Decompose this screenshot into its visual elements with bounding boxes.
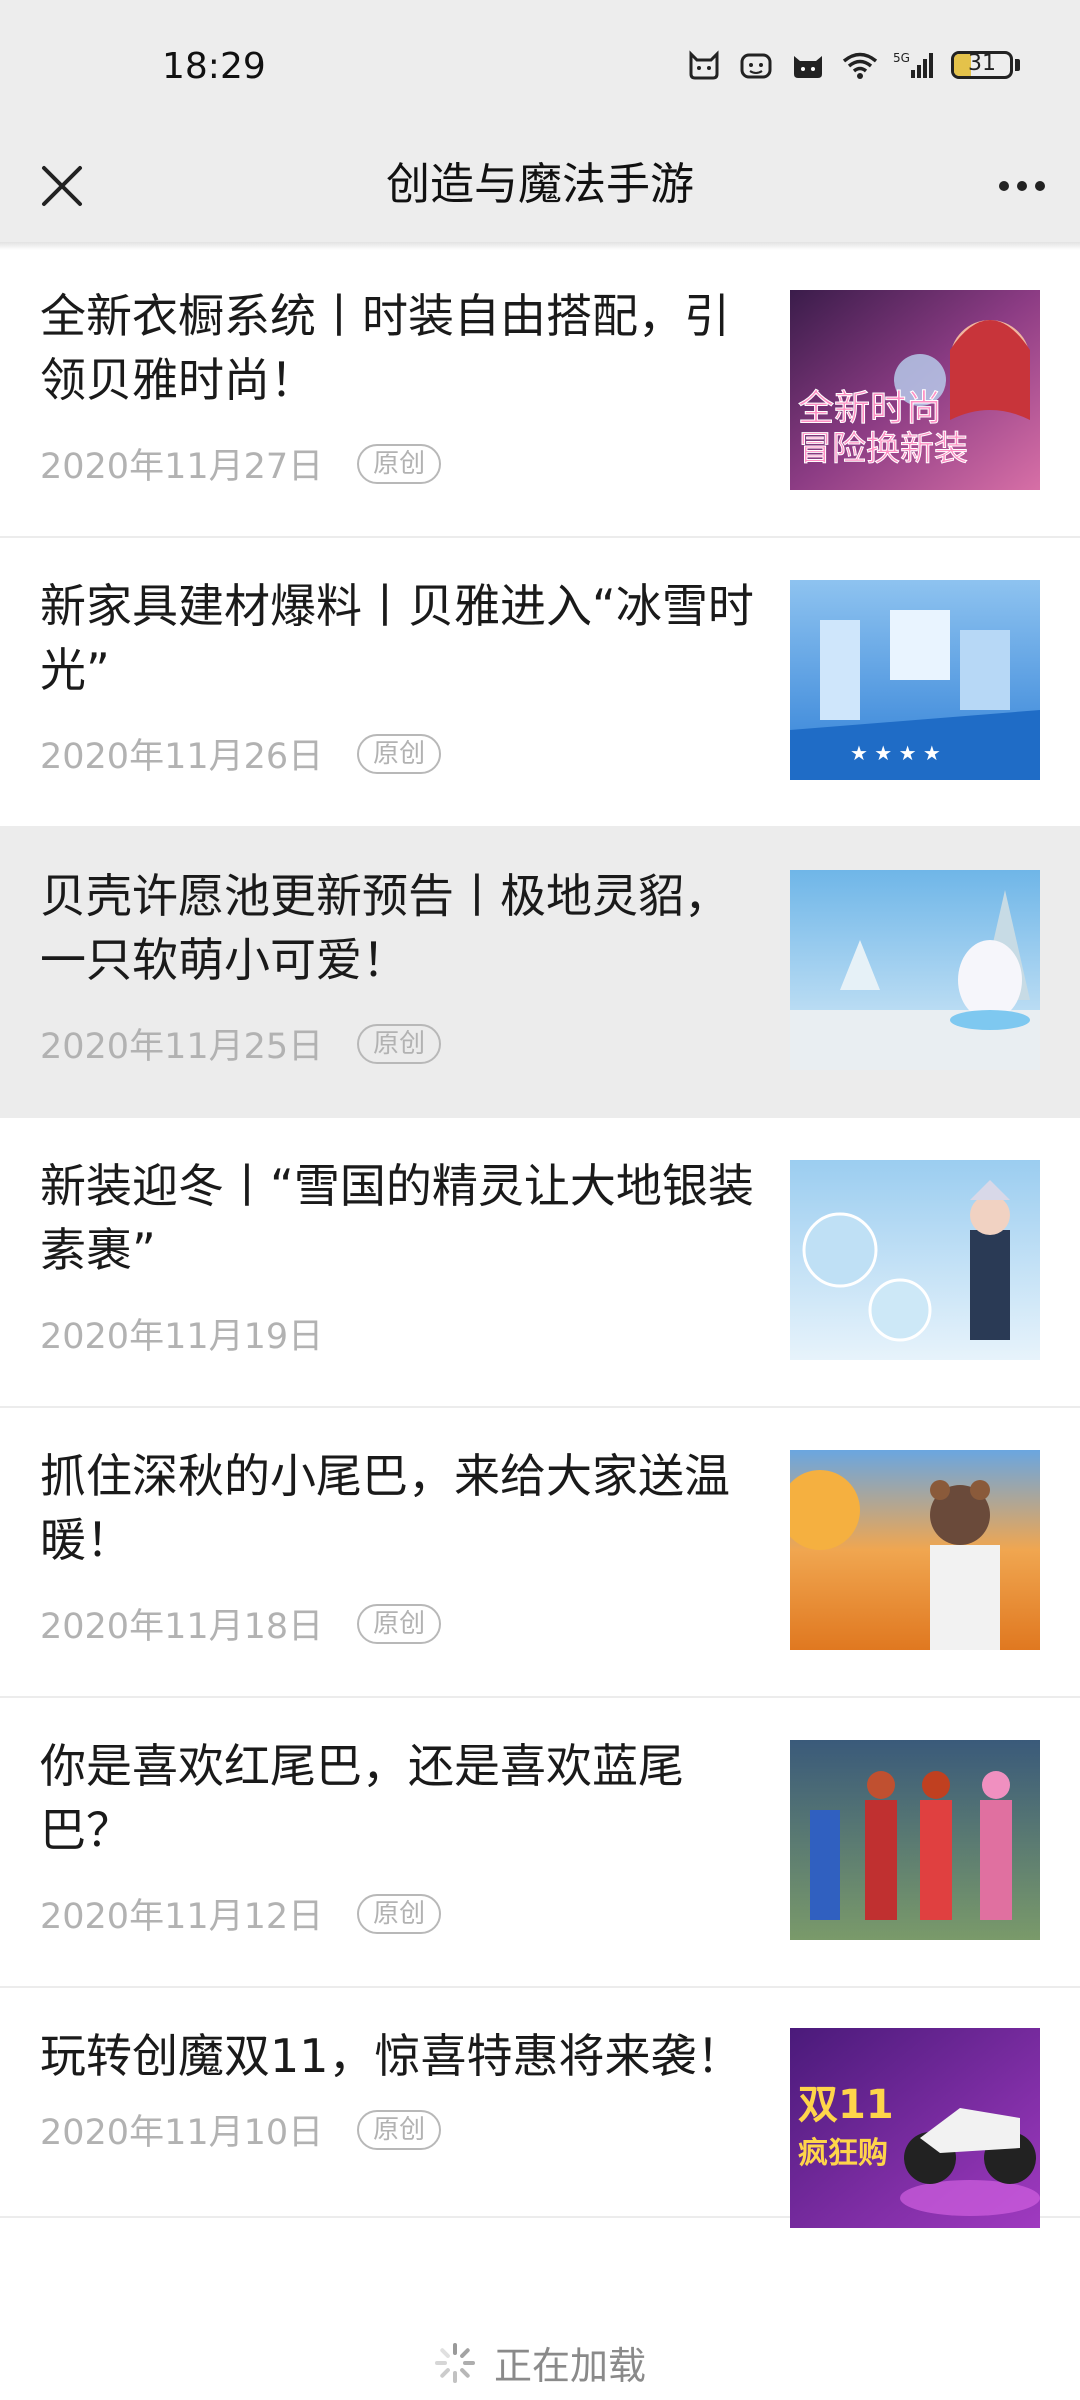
original-badge: 原创 [357, 443, 442, 484]
article-title: 你是喜欢红尾巴，还是喜欢蓝尾巴？ [40, 1739, 684, 1857]
article-title: 全新衣橱系统丨时装自由搭配，引领贝雅时尚！ [40, 289, 730, 407]
original-badge: 原创 [357, 1603, 442, 1644]
article-item[interactable]: 玩转创魔双11，惊喜特惠将来袭！ 2020年11月10日 原创 双11 疯狂购 [0, 1988, 1080, 2228]
article-meta: 2020年11月19日 [40, 1308, 323, 1359]
article-title: 新装迎冬丨“雪国的精灵让大地银装素裹” [40, 1159, 754, 1277]
nav-bar: 创造与魔法手游 [0, 130, 1080, 242]
more-icon[interactable] [990, 160, 1054, 212]
article-item[interactable]: 全新衣橱系统丨时装自由搭配，引领贝雅时尚！ 2020年11月27日 原创 全新时… [0, 248, 1080, 538]
article-date: 2020年11月19日 [40, 1317, 324, 1357]
notification-face-icon [740, 53, 772, 79]
article-date: 2020年11月25日 [40, 1027, 324, 1067]
article-meta: 2020年11月18日 原创 [40, 1598, 442, 1649]
article-date: 2020年11月26日 [40, 737, 324, 777]
article-thumbnail: 全新时尚 冒险换新装 [790, 290, 1040, 490]
article-title: 抓住深秋的小尾巴，来给大家送温暖！ [40, 1449, 730, 1567]
loading-indicator: 正在加载 [0, 2335, 1080, 2390]
article-date: 2020年11月18日 [40, 1607, 324, 1647]
article-meta: 2020年11月10日 原创 [40, 2104, 442, 2155]
article-thumbnail [790, 870, 1040, 1070]
article-item[interactable]: 新家具建材爆料丨贝雅进入“冰雪时光” 2020年11月26日 原创 ★ ★ ★ … [0, 538, 1080, 828]
article-item[interactable]: 你是喜欢红尾巴，还是喜欢蓝尾巴？ 2020年11月12日 原创 [0, 1698, 1080, 1988]
article-meta: 2020年11月25日 原创 [40, 1018, 442, 1069]
article-thumbnail [790, 1450, 1040, 1650]
article-title: 玩转创魔双11，惊喜特惠将来袭！ [40, 2029, 743, 2083]
article-item[interactable]: 贝壳许愿池更新预告丨极地灵貂，一只软萌小可爱！ 2020年11月25日 原创 [0, 828, 1080, 1118]
article-title: 贝壳许愿池更新预告丨极地灵貂，一只软萌小可爱！ [40, 869, 730, 987]
article-list: 全新衣橱系统丨时装自由搭配，引领贝雅时尚！ 2020年11月27日 原创 全新时… [0, 248, 1080, 2228]
article-thumbnail: 双11 疯狂购 [790, 2028, 1040, 2228]
article-meta: 2020年11月27日 原创 [40, 438, 442, 489]
battery-icon: 31 [951, 51, 1020, 79]
article-thumbnail: ★ ★ ★ ★ [790, 580, 1040, 780]
original-badge: 原创 [357, 733, 442, 774]
article-thumbnail [790, 1160, 1040, 1360]
status-icons: 5G 31 [685, 50, 1020, 80]
article-date: 2020年11月10日 [40, 2113, 324, 2153]
page-title: 创造与魔法手游 [386, 159, 694, 210]
notification-cat2-icon [794, 56, 822, 78]
svg-text:5G: 5G [893, 51, 910, 65]
article-meta: 2020年11月26日 原创 [40, 728, 442, 779]
thumb-caption-2: 冒险换新装 [798, 429, 968, 469]
article-thumbnail [790, 1740, 1040, 1940]
battery-text: 31 [968, 51, 996, 76]
notification-cat-icon [689, 50, 719, 80]
original-badge: 原创 [357, 2109, 442, 2150]
article-date: 2020年11月27日 [40, 447, 324, 487]
status-bar: 18:29 5G 31 [0, 0, 1080, 130]
status-time: 18:29 [162, 46, 266, 87]
article-meta: 2020年11月12日 原创 [40, 1888, 442, 1939]
article-date: 2020年11月12日 [40, 1897, 324, 1937]
article-item[interactable]: 抓住深秋的小尾巴，来给大家送温暖！ 2020年11月18日 原创 [0, 1408, 1080, 1698]
loading-text: 正在加载 [493, 2344, 646, 2388]
spinner-icon [434, 2342, 475, 2383]
svg-text:★ ★ ★ ★: ★ ★ ★ ★ [850, 741, 941, 765]
article-title: 新家具建材爆料丨贝雅进入“冰雪时光” [40, 579, 754, 697]
original-badge: 原创 [357, 1023, 442, 1064]
wifi-icon [842, 52, 878, 79]
thumb-caption-1: 双11 [798, 2082, 894, 2128]
article-item[interactable]: 新装迎冬丨“雪国的精灵让大地银装素裹” 2020年11月19日 [0, 1118, 1080, 1408]
thumb-caption-1: 全新时尚 [798, 388, 942, 429]
thumb-caption-2: 疯狂购 [798, 2136, 888, 2171]
signal-5g-icon: 5G [893, 51, 933, 78]
original-badge: 原创 [357, 1893, 442, 1934]
